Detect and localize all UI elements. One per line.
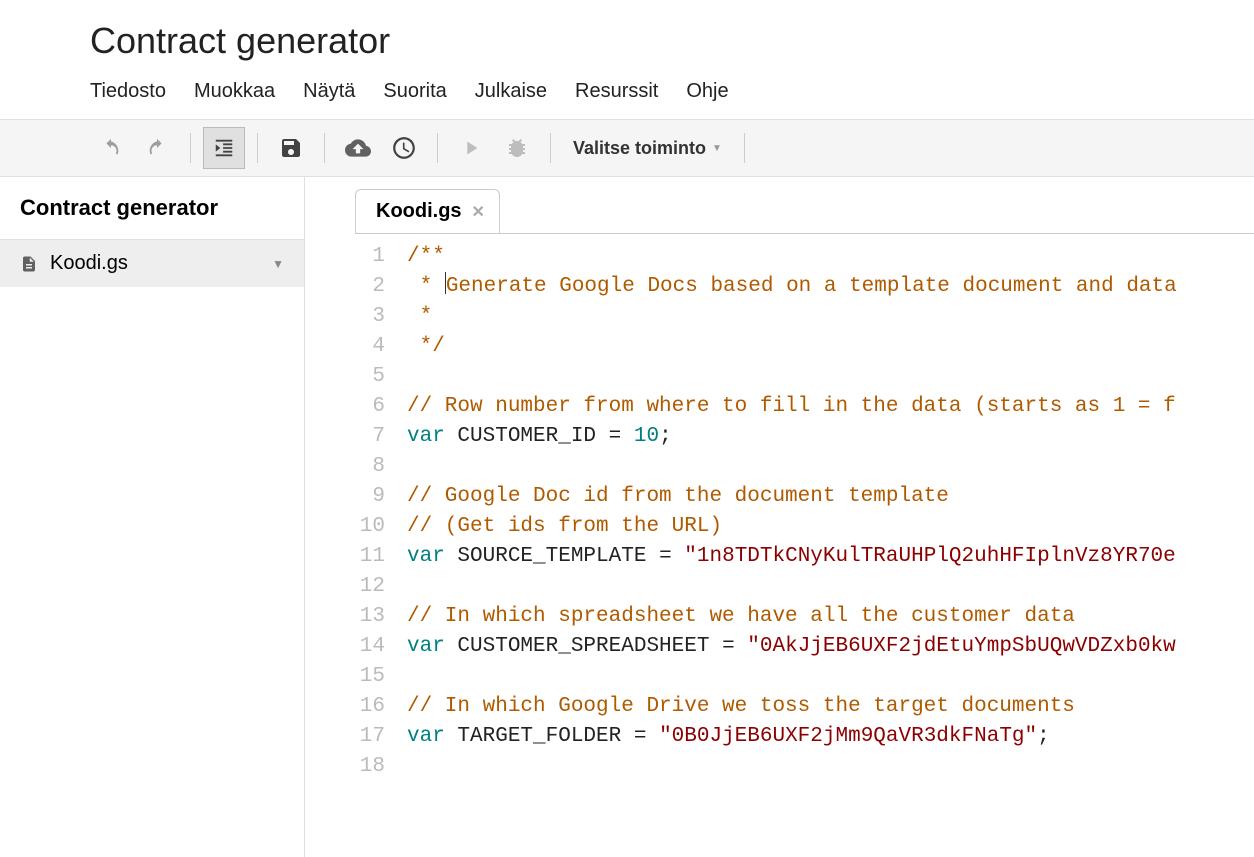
menu-publish[interactable]: Julkaise <box>475 80 547 103</box>
toolbar-separator <box>437 133 438 163</box>
sidebar: Contract generator Koodi.gs ▼ <box>0 177 305 857</box>
function-select-label: Valitse toiminto <box>573 138 706 159</box>
sidebar-file-label: Koodi.gs <box>50 252 128 275</box>
save-button[interactable] <box>270 127 312 169</box>
line-numbers: 123456789101112131415161718 <box>355 242 395 857</box>
toolbar: Valitse toiminto ▼ <box>0 119 1254 177</box>
cloud-upload-button[interactable] <box>337 127 379 169</box>
indent-button[interactable] <box>203 127 245 169</box>
function-select[interactable]: Valitse toiminto ▼ <box>563 138 732 159</box>
editor-area: Koodi.gs ✕ 123456789101112131415161718 /… <box>305 177 1254 857</box>
toolbar-separator <box>744 133 745 163</box>
main: Contract generator Koodi.gs ▼ Koodi.gs ✕… <box>0 177 1254 857</box>
undo-button[interactable] <box>90 127 132 169</box>
redo-button[interactable] <box>136 127 178 169</box>
debug-button[interactable] <box>496 127 538 169</box>
menu-run[interactable]: Suorita <box>383 80 446 103</box>
menu-help[interactable]: Ohje <box>686 80 728 103</box>
toolbar-separator <box>190 133 191 163</box>
menu-file[interactable]: Tiedosto <box>90 80 166 103</box>
tab-label: Koodi.gs <box>376 200 462 223</box>
tab-file[interactable]: Koodi.gs ✕ <box>355 189 500 233</box>
dropdown-arrow-icon[interactable]: ▼ <box>272 257 284 271</box>
toolbar-separator <box>324 133 325 163</box>
sidebar-project-name: Contract generator <box>0 177 304 240</box>
toolbar-separator <box>257 133 258 163</box>
file-icon <box>20 254 38 274</box>
code-content[interactable]: /** * Generate Google Docs based on a te… <box>395 242 1177 857</box>
header: Contract generator Tiedosto Muokkaa Näyt… <box>0 0 1254 119</box>
history-button[interactable] <box>383 127 425 169</box>
close-icon[interactable]: ✕ <box>472 202 485 222</box>
tabs: Koodi.gs ✕ <box>355 177 1254 233</box>
run-button[interactable] <box>450 127 492 169</box>
menu-resources[interactable]: Resurssit <box>575 80 658 103</box>
toolbar-separator <box>550 133 551 163</box>
menubar: Tiedosto Muokkaa Näytä Suorita Julkaise … <box>90 80 1254 119</box>
dropdown-arrow-icon: ▼ <box>712 143 722 154</box>
menu-edit[interactable]: Muokkaa <box>194 80 275 103</box>
menu-view[interactable]: Näytä <box>303 80 355 103</box>
sidebar-file-item[interactable]: Koodi.gs ▼ <box>0 240 304 287</box>
code-editor[interactable]: 123456789101112131415161718 /** * Genera… <box>355 233 1254 857</box>
project-title[interactable]: Contract generator <box>90 20 1254 62</box>
